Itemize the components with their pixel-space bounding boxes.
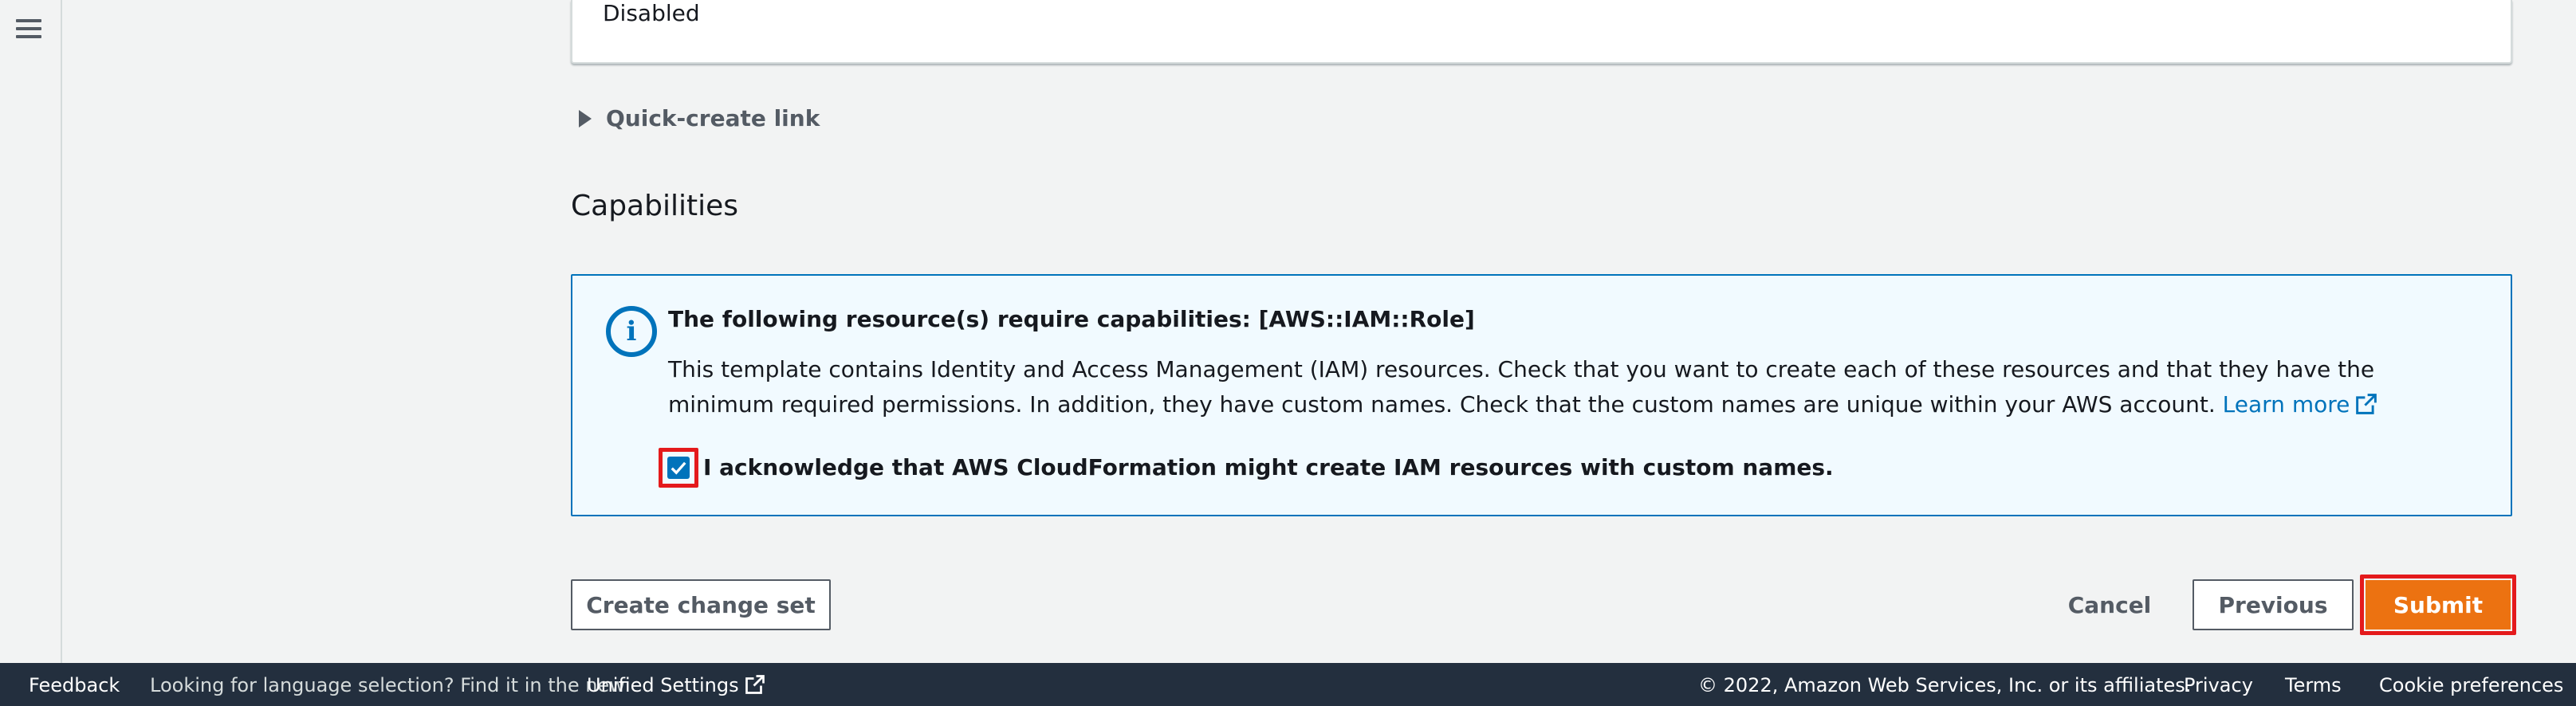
expander-label: Quick-create link <box>606 105 820 131</box>
caret-right-icon <box>579 109 592 127</box>
alert-title: The following resource(s) require capabi… <box>668 306 1475 332</box>
alert-body-line2: permissions. In addition, they have cust… <box>882 391 2216 418</box>
setting-value: Disabled <box>603 0 700 26</box>
footer: Feedback Looking for language selection?… <box>0 663 2576 706</box>
unified-settings-link[interactable]: Unified Settings <box>587 674 765 696</box>
unified-settings-label: Unified Settings <box>587 674 739 696</box>
submit-button[interactable]: Submit <box>2366 580 2511 630</box>
menu-icon[interactable] <box>14 14 43 43</box>
acknowledge-checkbox[interactable] <box>659 448 698 488</box>
capabilities-alert: i The following resource(s) require capa… <box>571 274 2512 516</box>
side-navigation <box>0 0 62 663</box>
external-link-icon <box>2356 394 2377 414</box>
privacy-link[interactable]: Privacy <box>2184 674 2253 696</box>
acknowledge-label[interactable]: I acknowledge that AWS CloudFormation mi… <box>703 454 1834 480</box>
settings-panel: Disabled <box>571 0 2512 64</box>
create-change-set-button[interactable]: Create change set <box>571 579 831 630</box>
external-link-icon <box>745 675 765 694</box>
previous-button[interactable]: Previous <box>2193 579 2354 630</box>
cancel-button[interactable]: Cancel <box>2060 579 2159 630</box>
terms-link[interactable]: Terms <box>2285 674 2342 696</box>
capabilities-heading: Capabilities <box>571 190 738 222</box>
language-prompt: Looking for language selection? Find it … <box>150 674 625 696</box>
alert-body: This template contains Identity and Acce… <box>668 352 2478 422</box>
copyright: © 2022, Amazon Web Services, Inc. or its… <box>1698 674 2192 696</box>
cookie-preferences-link[interactable]: Cookie preferences <box>2379 674 2563 696</box>
submit-highlight: Submit <box>2360 575 2516 635</box>
checkmark-icon <box>667 457 690 479</box>
info-icon: i <box>606 306 657 357</box>
feedback-link[interactable]: Feedback <box>29 674 120 696</box>
learn-more-label: Learn more <box>2222 391 2350 418</box>
learn-more-link[interactable]: Learn more <box>2223 391 2377 418</box>
quick-create-link-expander[interactable]: Quick-create link <box>579 105 820 131</box>
